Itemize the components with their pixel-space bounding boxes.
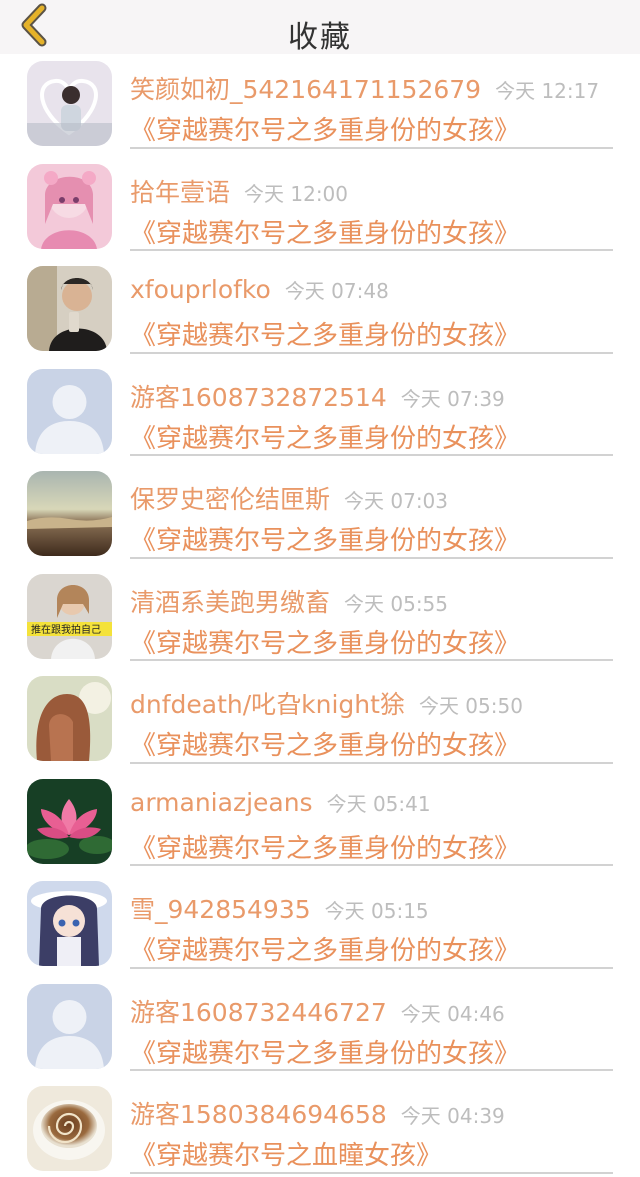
favorite-item[interactable]: 推在跟我拍自己 清酒系美跑男缴畜 今天 05:55 《穿越赛尔号之多重身份的女孩》 xyxy=(0,567,640,670)
timestamp: 今天 07:48 xyxy=(284,279,389,303)
username[interactable]: xfouprlofko xyxy=(130,275,271,304)
divider xyxy=(130,249,613,251)
favorite-item[interactable]: dnfdeath/叱旮knight狳 今天 05:50 《穿越赛尔号之多重身份的女孩… xyxy=(0,669,640,772)
favorite-item[interactable]: 拾年壹语 今天 12:00 《穿越赛尔号之多重身份的女孩》 xyxy=(0,157,640,260)
lotus-flower-image xyxy=(27,778,112,864)
favorite-item[interactable]: 游客1580384694658 今天 04:39 《穿越赛尔号之血瞳女孩》 xyxy=(0,1079,640,1177)
timestamp: 今天 04:39 xyxy=(400,1104,505,1128)
book-title-link[interactable]: 《穿越赛尔号之多重身份的女孩》 xyxy=(130,623,520,660)
name-line: dnfdeath/叱旮knight狳 今天 05:50 xyxy=(130,685,620,721)
name-line: 拾年壹语 今天 12:00 xyxy=(130,173,620,209)
photo-boy-selfie-image xyxy=(27,266,112,351)
timestamp: 今天 12:00 xyxy=(244,181,349,206)
name-line: 游客1580384694658 今天 04:39 xyxy=(130,1095,620,1131)
username[interactable]: 雪_942854935 xyxy=(130,895,311,924)
favorite-item[interactable]: xfouprlofko 今天 07:48 《穿越赛尔号之多重身份的女孩》 xyxy=(0,259,640,362)
avatar[interactable] xyxy=(27,676,112,761)
timestamp: 今天 04:46 xyxy=(400,1001,505,1026)
divider xyxy=(130,454,613,456)
avatar[interactable] xyxy=(27,266,112,351)
anime-girl-hat-image xyxy=(27,881,112,966)
book-title-link[interactable]: 《穿越赛尔号之多重身份的女孩》 xyxy=(130,110,520,147)
favorites-list[interactable]: 笑颜如初_542164171152679 今天 12:17 《穿越赛尔号之多重身份的… xyxy=(0,54,640,1177)
default-avatar-image xyxy=(27,983,112,1069)
divider xyxy=(130,146,613,149)
book-title-link[interactable]: 《穿越赛尔号之多重身份的女孩》 xyxy=(130,418,520,455)
header-bar: 收藏 xyxy=(0,0,640,55)
username[interactable]: 保罗史密伦结匣斯 xyxy=(130,485,330,514)
name-line: 游客1608732872514 今天 07:39 xyxy=(130,378,620,414)
anime-girl-pink-image xyxy=(27,163,112,249)
book-title-link[interactable]: 《穿越赛尔号之多重身份的女孩》 xyxy=(130,520,520,557)
avatar[interactable] xyxy=(27,61,112,146)
coffee-cup-image xyxy=(27,1086,112,1171)
favorite-item[interactable]: 保罗史密伦结匣斯 今天 07:03 《穿越赛尔号之多重身份的女孩》 xyxy=(0,464,640,567)
photo-girl-caption-image: 推在跟我拍自己 xyxy=(27,573,112,659)
book-title-link[interactable]: 《穿越赛尔号之多重身份的女孩》 xyxy=(130,213,520,250)
book-title-link[interactable]: 《穿越赛尔号之血瞳女孩》 xyxy=(130,1135,442,1172)
name-line: 雪_942854935 今天 05:15 xyxy=(130,890,620,926)
book-title-link[interactable]: 《穿越赛尔号之多重身份的女孩》 xyxy=(130,1033,520,1070)
divider xyxy=(130,966,613,969)
avatar[interactable] xyxy=(27,1086,112,1171)
photo-girl-hair-image xyxy=(27,676,112,761)
name-line: 笑颜如初_542164171152679 今天 12:17 xyxy=(130,70,620,106)
avatar[interactable]: 推在跟我拍自己 xyxy=(27,573,112,659)
name-line: 清酒系美跑男缴畜 今天 05:55 xyxy=(130,583,620,619)
avatar[interactable] xyxy=(27,163,112,249)
divider xyxy=(130,761,613,764)
avatar[interactable] xyxy=(27,983,112,1069)
username[interactable]: dnfdeath/叱旮knight狳 xyxy=(130,690,405,719)
username[interactable]: 游客1580384694658 xyxy=(130,1100,387,1129)
timestamp: 今天 05:50 xyxy=(418,694,523,718)
avatar[interactable] xyxy=(27,471,112,556)
avatar[interactable] xyxy=(27,881,112,966)
favorite-item[interactable]: armaniazjeans 今天 05:41 《穿越赛尔号之多重身份的女孩》 xyxy=(0,772,640,875)
avatar-caption: 推在跟我拍自己 xyxy=(31,623,101,636)
book-title-link[interactable]: 《穿越赛尔号之多重身份的女孩》 xyxy=(130,828,520,865)
avatar[interactable] xyxy=(27,368,112,454)
book-title-link[interactable]: 《穿越赛尔号之多重身份的女孩》 xyxy=(130,930,520,967)
name-line: 游客1608732446727 今天 04:46 xyxy=(130,993,620,1029)
divider xyxy=(130,351,613,354)
timestamp: 今天 07:39 xyxy=(400,386,505,411)
favorite-item[interactable]: 笑颜如初_542164171152679 今天 12:17 《穿越赛尔号之多重身份的… xyxy=(0,54,640,157)
book-title-link[interactable]: 《穿越赛尔号之多重身份的女孩》 xyxy=(130,315,520,352)
name-line: 保罗史密伦结匣斯 今天 07:03 xyxy=(130,480,620,516)
username[interactable]: armaniazjeans xyxy=(130,788,313,817)
favorite-item[interactable]: 游客1608732446727 今天 04:46 《穿越赛尔号之多重身份的女孩》 xyxy=(0,977,640,1080)
page-title: 收藏 xyxy=(288,20,352,55)
username[interactable]: 游客1608732446727 xyxy=(130,998,387,1027)
name-line: xfouprlofko 今天 07:48 xyxy=(130,275,620,304)
name-line: armaniazjeans 今天 05:41 xyxy=(130,788,620,817)
username[interactable]: 拾年壹语 xyxy=(130,178,230,207)
timestamp: 今天 05:15 xyxy=(324,899,429,923)
favorite-item[interactable]: 游客1608732872514 今天 07:39 《穿越赛尔号之多重身份的女孩》 xyxy=(0,362,640,465)
username[interactable]: 笑颜如初_542164171152679 xyxy=(130,75,481,104)
timestamp: 今天 07:03 xyxy=(344,489,449,513)
divider xyxy=(130,1069,613,1071)
divider xyxy=(130,556,613,559)
timestamp: 今天 05:55 xyxy=(344,591,449,616)
username[interactable]: 游客1608732872514 xyxy=(130,383,387,412)
divider xyxy=(130,864,613,866)
timestamp: 今天 05:41 xyxy=(326,791,431,816)
timestamp: 今天 12:17 xyxy=(495,79,600,103)
landscape-sky-image xyxy=(27,471,112,556)
default-avatar-image xyxy=(27,368,112,454)
photo-girl-heart-frame-image xyxy=(27,61,112,146)
book-title-link[interactable]: 《穿越赛尔号之多重身份的女孩》 xyxy=(130,725,520,762)
favorite-item[interactable]: 雪_942854935 今天 05:15 《穿越赛尔号之多重身份的女孩》 xyxy=(0,874,640,977)
username[interactable]: 清酒系美跑男缴畜 xyxy=(130,588,330,617)
divider xyxy=(130,659,613,661)
divider xyxy=(130,1171,613,1174)
avatar[interactable] xyxy=(27,778,112,864)
